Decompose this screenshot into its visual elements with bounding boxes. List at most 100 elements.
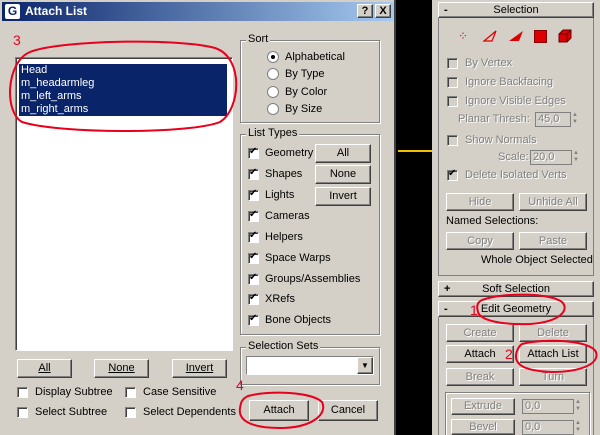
element-icon[interactable] [558,29,572,43]
viewport-strip[interactable] [398,0,432,435]
title-bar[interactable]: G Attach List ? X [2,2,394,21]
selection-rollout-header[interactable]: - Selection [438,2,594,18]
face-icon[interactable] [508,29,524,43]
extrude-field[interactable]: 0,0 [522,399,574,414]
close-button[interactable]: X [375,4,391,18]
sort-alphabetical-radio[interactable] [267,51,279,63]
hide-button[interactable]: Hide [446,193,514,211]
turn-button[interactable]: Turn [519,368,587,386]
list-types-invert-button[interactable]: Invert [315,187,371,206]
list-types-group-label: List Types [246,127,300,139]
collapse-icon: - [444,4,448,16]
ignore-backfacing-label: Ignore Backfacing [465,76,554,88]
planar-thresh-field[interactable]: 45,0 [535,112,571,127]
edit-geometry-rollout-header[interactable]: - Edit Geometry [438,301,594,317]
select-none-button[interactable]: None [94,359,149,378]
list-item[interactable]: m_left_arms [19,90,227,103]
sort-by-size-radio[interactable] [267,103,279,115]
bevel-button[interactable]: Bevel [451,419,515,435]
helpers-label: Helpers [265,231,303,243]
scale-spinner[interactable]: ▲ ▼ [573,150,580,165]
delete-button[interactable]: Delete [519,324,587,342]
geometry-label: Geometry [265,147,314,159]
shapes-checkbox[interactable] [248,167,259,180]
soft-selection-rollout-header[interactable]: + Soft Selection [438,281,594,297]
soft-selection-title: Soft Selection [482,283,550,295]
break-button[interactable]: Break [446,368,514,386]
planar-thresh-spinner[interactable]: ▲ ▼ [572,112,579,127]
cancel-button[interactable]: Cancel [318,400,378,421]
list-item[interactable]: Head [19,64,227,77]
attach-list-dialog: G Attach List ? X Head m_headarmleg m_le… [0,0,396,435]
unhide-all-button[interactable]: Unhide All [519,193,587,211]
space-warps-label: Space Warps [265,252,331,264]
list-item[interactable]: m_right_arms [19,103,227,116]
sort-group-label: Sort [246,33,271,45]
groups-assemblies-checkbox[interactable] [248,272,259,285]
selection-sets-dropdown[interactable]: ▼ [246,356,374,375]
sort-by-type-radio[interactable] [267,68,279,80]
annotation-number-2: 2 [505,346,513,362]
by-vertex-label: By Vertex [465,57,513,69]
sort-by-color-radio[interactable] [267,86,279,98]
display-subtree-checkbox[interactable] [17,387,28,398]
by-vertex-checkbox[interactable] [447,58,458,69]
create-button[interactable]: Create [446,324,514,342]
select-all-button[interactable]: All [17,359,72,378]
select-invert-button[interactable]: Invert [172,359,227,378]
extrude-spinner[interactable]: ▲ ▼ [575,399,582,414]
list-types-none-button[interactable]: None [315,165,371,184]
named-selections-label: Named Selections: [446,215,539,227]
case-sensitive-checkbox[interactable] [125,387,136,398]
help-button[interactable]: ? [357,4,373,18]
space-warps-checkbox[interactable] [248,251,259,264]
attach-list-button[interactable]: Attach List [519,345,587,363]
cameras-checkbox[interactable] [248,209,259,222]
copy-button[interactable]: Copy [446,232,514,250]
select-dependents-checkbox[interactable] [125,407,136,418]
select-subtree-label: Select Subtree [35,406,108,418]
expand-icon: + [444,283,451,295]
delete-isolated-checkbox[interactable] [447,168,458,181]
ignore-visible-edges-checkbox[interactable] [447,96,458,107]
chevron-down-icon[interactable]: ▼ [357,357,373,374]
shapes-label: Shapes [265,168,303,180]
edit-geometry-title: Edit Geometry [480,303,552,315]
case-sensitive-label: Case Sensitive [143,386,217,398]
lights-checkbox[interactable] [248,188,259,201]
edge-icon[interactable] [482,29,498,43]
dialog-title: Attach List [25,4,88,18]
helpers-checkbox[interactable] [248,230,259,243]
max-app-icon: G [5,4,20,19]
polygon-icon[interactable] [534,30,547,43]
extrude-value: 0,0 [525,400,541,412]
edge-svg [482,30,497,42]
list-item[interactable]: m_headarmleg [19,77,227,90]
annotation-number-3: 3 [13,32,21,48]
sort-alphabetical-label: Alphabetical [285,51,345,63]
display-subtree-label: Display Subtree [35,386,113,398]
planar-thresh-label: Planar Thresh: [458,113,530,125]
list-types-all-button[interactable]: All [315,144,371,163]
bone-objects-checkbox[interactable] [248,313,259,326]
vertex-icon[interactable]: ⁘ [458,30,474,44]
scale-value: 20,0 [533,151,555,163]
ignore-backfacing-checkbox[interactable] [447,77,458,88]
paste-button[interactable]: Paste [519,232,587,250]
lights-label: Lights [265,189,295,201]
xrefs-checkbox[interactable] [248,292,259,305]
scale-label: Scale: [498,151,529,163]
xrefs-label: XRefs [265,293,295,305]
scale-field[interactable]: 20,0 [530,150,572,165]
object-list[interactable]: Head m_headarmleg m_left_arms m_right_ar… [15,57,233,351]
command-panel: - Selection ⁘ By Vertex Ignore Backfacin… [432,0,600,435]
select-subtree-checkbox[interactable] [17,407,28,418]
collapse-icon: - [444,303,448,315]
extrude-button[interactable]: Extrude [451,398,515,415]
geometry-checkbox[interactable] [248,146,259,159]
attach-mode-button[interactable]: Attach [446,345,514,363]
bevel-field[interactable]: 0,0 [522,420,574,435]
attach-button[interactable]: Attach [249,400,309,421]
bevel-spinner[interactable]: ▲ ▼ [575,420,582,435]
show-normals-checkbox[interactable] [447,135,458,146]
